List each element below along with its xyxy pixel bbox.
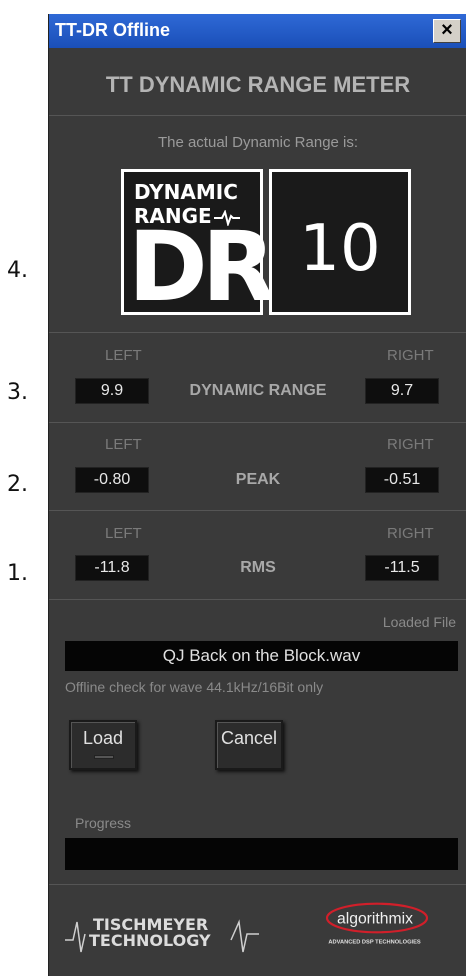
peak-right-value: -0.51 bbox=[365, 467, 439, 493]
svg-text:TECHNOLOGY: TECHNOLOGY bbox=[89, 931, 211, 950]
window-title: TT-DR Offline bbox=[55, 20, 170, 40]
dr-value-display: 10 bbox=[269, 169, 411, 315]
divider bbox=[49, 115, 466, 116]
annotation-number-3: 3. bbox=[7, 380, 28, 405]
footer: TISCHMEYER TECHNOLOGY algorithmix ADVANC… bbox=[49, 886, 466, 976]
annotation-number-1: 1. bbox=[7, 561, 28, 586]
dr-logo-line1: DYNAMIC bbox=[134, 180, 238, 204]
progress-label: Progress bbox=[75, 815, 132, 831]
cancel-button-label: Cancel bbox=[220, 728, 278, 748]
close-button[interactable]: × bbox=[433, 19, 461, 43]
rms-right-value: -11.5 bbox=[365, 555, 439, 581]
dr-logo-big: DR bbox=[128, 211, 276, 323]
divider bbox=[49, 510, 466, 511]
meter-window: TT-DR Offline × TT DYNAMIC RANGE METER T… bbox=[48, 14, 466, 976]
peak-right-label: RIGHT bbox=[387, 436, 434, 453]
tischmeyer-logo: TISCHMEYER TECHNOLOGY bbox=[65, 915, 259, 953]
svg-text:ADVANCED DSP TECHNOLOGIES: ADVANCED DSP TECHNOLOGIES bbox=[328, 940, 421, 946]
dr-right-value: 9.7 bbox=[365, 378, 439, 404]
offline-check-note: Offline check for wave 44.1kHz/16Bit onl… bbox=[65, 679, 324, 695]
annotation-number-4: 4. bbox=[7, 258, 28, 283]
divider bbox=[49, 332, 466, 333]
load-button[interactable]: Load bbox=[69, 720, 137, 770]
dr-caption: The actual Dynamic Range is: bbox=[157, 134, 359, 151]
cancel-button[interactable]: Cancel bbox=[215, 720, 283, 770]
dr-left-label: LEFT bbox=[105, 347, 142, 364]
divider bbox=[49, 884, 466, 885]
divider bbox=[49, 599, 466, 600]
algorithmix-logo: algorithmix ADVANCED DSP TECHNOLOGIES bbox=[325, 902, 429, 946]
load-indicator-led bbox=[94, 755, 114, 759]
annotation-number-2: 2. bbox=[7, 472, 28, 497]
rms-left-label: LEFT bbox=[105, 525, 142, 542]
divider bbox=[49, 422, 466, 423]
progress-bar bbox=[65, 838, 458, 870]
load-button-label: Load bbox=[82, 728, 124, 748]
dr-value: 10 bbox=[299, 212, 381, 286]
dr-right-label: RIGHT bbox=[387, 347, 434, 364]
loaded-file-name: QJ Back on the Block.wav bbox=[65, 641, 458, 671]
title-bar[interactable]: TT-DR Offline × bbox=[49, 14, 466, 48]
peak-left-label: LEFT bbox=[105, 436, 142, 453]
meter-title: TT DYNAMIC RANGE METER bbox=[105, 72, 411, 97]
svg-text:algorithmix: algorithmix bbox=[337, 911, 413, 928]
dr-logo: DYNAMIC RANGE DR bbox=[121, 169, 276, 322]
rms-right-label: RIGHT bbox=[387, 525, 434, 542]
loaded-file-label: Loaded File bbox=[382, 614, 456, 630]
